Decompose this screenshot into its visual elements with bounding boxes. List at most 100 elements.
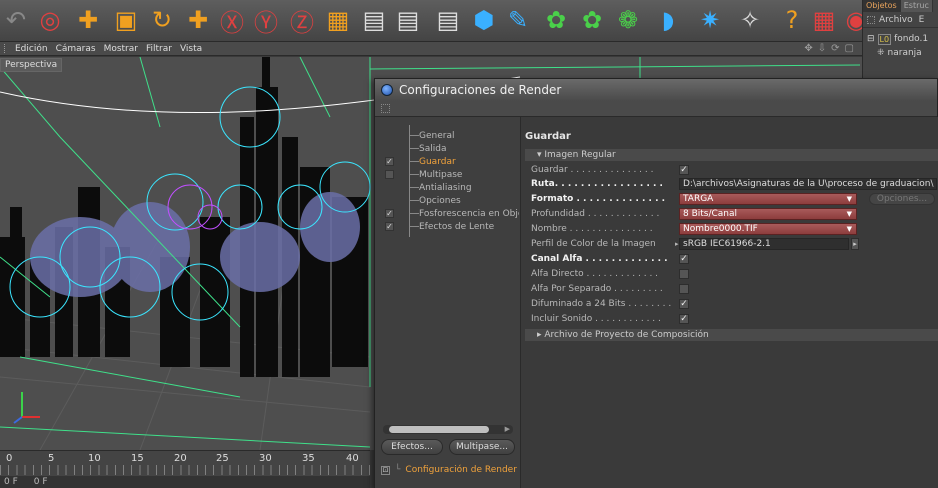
nav-item-opciones[interactable]: Opciones <box>375 194 521 207</box>
render-settings-icon[interactable]: ▤ <box>432 4 464 36</box>
move-icon[interactable]: ✚ <box>72 4 104 36</box>
prop-label: Formato . . . . . . . . . . . . . . <box>531 194 666 204</box>
light-icon[interactable]: ✧ <box>734 4 766 36</box>
nav-label: Salida <box>419 143 447 154</box>
viewport-label[interactable]: Perspectiva <box>0 58 63 72</box>
z-axis-icon[interactable]: Ⓩ <box>286 4 318 37</box>
render-picture-viewer-icon[interactable]: ▤ <box>392 4 424 36</box>
timeline-frame-label: 20 <box>174 453 187 464</box>
tab-estructura[interactable]: Estruc <box>900 0 933 12</box>
dither-checkbox[interactable]: ✓ <box>679 299 689 309</box>
effects-button[interactable]: Efectos... <box>381 439 443 455</box>
tags-icon[interactable]: ? <box>776 4 808 36</box>
alpha-channel-checkbox[interactable]: ✓ <box>679 254 689 264</box>
expand-icon[interactable]: ⊟ <box>867 34 875 44</box>
name-dropdown[interactable]: Nombre0000.TIF ▼ <box>679 223 857 235</box>
timeline-frame-label: 5 <box>48 453 55 464</box>
render-config-item[interactable]: ⊡ └ Configuración de Render <box>381 465 517 475</box>
nav-checkbox[interactable]: ✓ <box>385 209 394 218</box>
nav-item-fosforescencia[interactable]: ✓ Fosforescencia en Obje <box>375 207 521 220</box>
dialog-title-bar[interactable]: Configuraciones de Render <box>375 79 937 101</box>
rotate-icon[interactable]: ↻ <box>146 4 178 36</box>
menu-camaras[interactable]: Cámaras <box>56 44 96 54</box>
nav-label: General <box>419 130 455 141</box>
grip-handle[interactable] <box>381 104 390 113</box>
null-object-icon: ⁜ <box>877 48 885 58</box>
deformer-icon[interactable]: ❁ <box>612 4 644 36</box>
include-sound-checkbox[interactable]: ✓ <box>679 314 689 324</box>
prop-alfa-directo: Alfa Directo . . . . . . . . . . . . . <box>531 267 938 281</box>
options-button[interactable]: Opciones... <box>869 193 935 205</box>
object-row[interactable]: ⊟ L0 fondo.1 <box>867 32 934 46</box>
menu-archivo[interactable]: Archivo <box>879 15 913 25</box>
menu-mostrar[interactable]: Mostrar <box>104 44 138 54</box>
object-row[interactable]: ⁜ naranja <box>867 46 934 60</box>
scale-icon[interactable]: ▣ <box>110 4 142 36</box>
straight-alpha-checkbox[interactable] <box>679 269 689 279</box>
nav-scrollbar[interactable]: ▶ <box>383 425 513 434</box>
group-label: Archivo de Proyecto de Composición <box>544 330 709 340</box>
grip-handle[interactable] <box>4 44 7 53</box>
nav-item-efectos[interactable]: ✓ Efectos de Lente <box>375 220 521 233</box>
layer-tag: L0 <box>877 33 892 45</box>
start-frame-field[interactable]: 0 F <box>34 477 48 487</box>
cube-icon[interactable]: ⬢ <box>468 4 500 36</box>
pen-spline-icon[interactable]: ✎ <box>502 4 534 36</box>
nurbs-icon[interactable]: ✿ <box>540 4 572 36</box>
menu-edicion[interactable]: Edición <box>15 44 48 54</box>
separate-alpha-checkbox[interactable] <box>679 284 689 294</box>
prop-label: Ruta. . . . . . . . . . . . . . . . . <box>531 179 663 189</box>
maximize-icon[interactable]: ▢ <box>845 43 854 54</box>
prop-label: Alfa Directo . . . . . . . . . . . . . <box>531 269 659 279</box>
menu-filtrar[interactable]: Filtrar <box>146 44 172 54</box>
x-axis-icon[interactable]: Ⓧ <box>216 4 248 37</box>
object-manager-tabs: Objetos Estruc <box>863 0 938 12</box>
timeline[interactable]: 0 5 10 15 20 25 30 35 40 <box>0 450 370 476</box>
grip-handle[interactable] <box>867 15 875 24</box>
environment-icon[interactable]: ◗ <box>652 4 684 36</box>
format-dropdown[interactable]: TARGA ▼ <box>679 193 857 205</box>
group-compositing[interactable]: ▸ Archivo de Proyecto de Composición <box>525 329 938 341</box>
timeline-frame-label: 30 <box>259 453 272 464</box>
nav-item-multipase[interactable]: Multipase <box>375 168 521 181</box>
current-frame-field[interactable]: 0 F <box>4 477 18 487</box>
scrollbar-thumb[interactable] <box>389 426 489 433</box>
expand-icon[interactable]: ⊡ <box>381 465 390 475</box>
prop-perfil: Perfil de Color de la Imagen ▸ sRGB IEC6… <box>531 237 938 251</box>
tab-objetos[interactable]: Objetos <box>863 0 901 12</box>
collapsed-triangle-icon: ▸ <box>537 330 545 340</box>
frame-fields: 0 F 0 F <box>0 476 370 488</box>
path-field[interactable]: D:\archivos\Asignaturas de la U\proceso … <box>679 178 937 190</box>
orbit-icon[interactable]: ⟳ <box>831 43 839 54</box>
menu-vista[interactable]: Vista <box>180 44 202 54</box>
nav-item-antialiasing[interactable]: Antialiasing <box>375 181 521 194</box>
nav-item-general[interactable]: General <box>375 129 521 142</box>
live-selection-icon[interactable]: ◎ <box>34 4 66 36</box>
nav-item-guardar[interactable]: ✓ Guardar <box>375 155 521 168</box>
group-label: Imagen Regular <box>544 150 616 160</box>
render-view-icon[interactable]: ▤ <box>358 4 390 36</box>
profile-arrow-button[interactable]: ▸ <box>851 238 859 250</box>
guardar-checkbox[interactable]: ✓ <box>679 165 689 175</box>
nav-checkbox[interactable]: ✓ <box>385 157 394 166</box>
group-imagen-regular[interactable]: ▾ Imagen Regular <box>525 149 938 161</box>
menu-edit[interactable]: E <box>919 15 925 25</box>
scroll-right-icon[interactable]: ▶ <box>505 425 510 433</box>
xpresso-icon[interactable]: ▦ <box>808 4 840 36</box>
depth-dropdown[interactable]: 8 Bits/Canal ▼ <box>679 208 857 220</box>
nav-checkbox[interactable] <box>385 170 394 179</box>
render-settings-nav: General Salida ✓ Guardar Multipase Antialiasi… <box>375 117 521 488</box>
dialog-menu-bar <box>375 101 937 117</box>
multipass-button[interactable]: Multipase... <box>449 439 515 455</box>
undo-icon[interactable]: ↶ <box>0 4 32 36</box>
nav-checkbox[interactable]: ✓ <box>385 222 394 231</box>
coordinate-system-icon[interactable]: ▦ <box>322 4 354 36</box>
array-icon[interactable]: ✿ <box>576 4 608 36</box>
pan-icon[interactable]: ✥ <box>804 43 812 54</box>
zoom-icon[interactable]: ⇩ <box>818 43 826 54</box>
nav-item-salida[interactable]: Salida <box>375 142 521 155</box>
color-profile-field[interactable]: sRGB IEC61966-2.1 <box>679 238 849 250</box>
y-axis-icon[interactable]: Ⓨ <box>250 4 282 37</box>
camera-icon[interactable]: ✷ <box>694 4 726 36</box>
move-alt-icon[interactable]: ✚ <box>182 4 214 36</box>
